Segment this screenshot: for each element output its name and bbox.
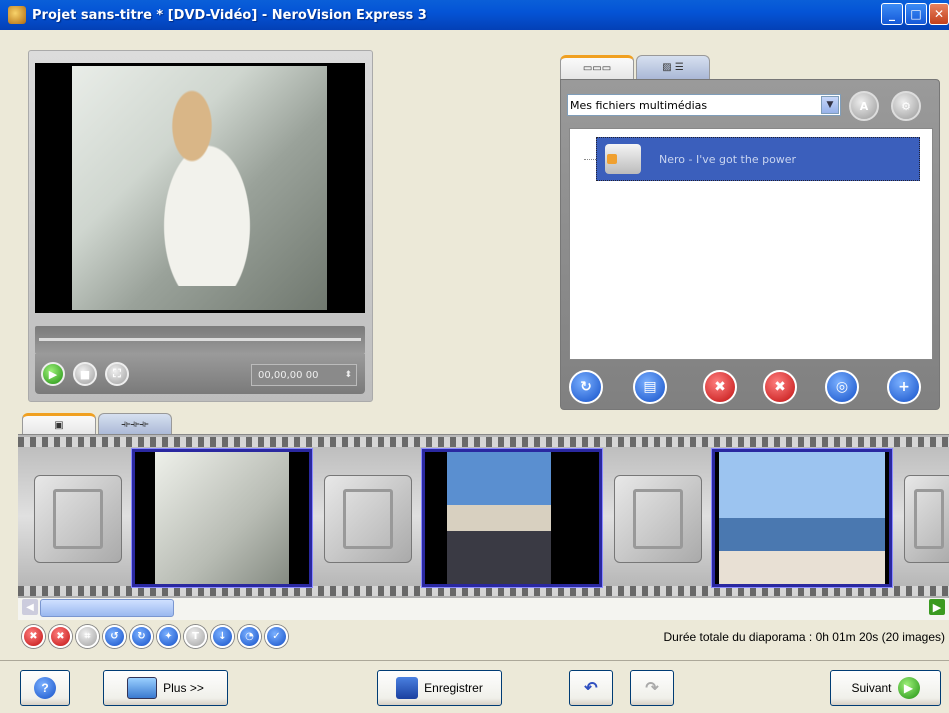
slide-thumbnail[interactable] xyxy=(711,448,893,588)
more-label: Plus >> xyxy=(163,681,204,695)
media-browser-panel: ▭▭▭ ▨ ☰ Mes fichiers multimédias ▼ A ⚙ N… xyxy=(560,55,940,410)
scroll-left-icon[interactable]: ◀ xyxy=(22,599,38,615)
scroll-right-icon[interactable]: ▶ xyxy=(929,599,945,615)
list-item[interactable]: Nero - I've got the power xyxy=(596,137,920,181)
stop-icon[interactable]: ■ xyxy=(73,362,97,386)
move-down-icon[interactable]: ↓ xyxy=(211,625,234,648)
transition-slot[interactable] xyxy=(904,475,949,563)
help-icon: ? xyxy=(34,677,56,699)
slideshow-duration: Durée totale du diaporama : 0h 01m 20s (… xyxy=(663,630,946,644)
app-icon xyxy=(8,6,26,24)
close-button[interactable]: ✕ xyxy=(929,3,949,25)
capture-icon[interactable]: ◎ xyxy=(825,370,859,404)
video-preview-panel: ▶ ■ ⛶ 00,00,00 00 ⬍ xyxy=(28,50,373,402)
delete-icon[interactable]: ✖ xyxy=(703,370,737,404)
browse-icon[interactable]: ↻ xyxy=(569,370,603,404)
add-icon[interactable]: + xyxy=(887,370,921,404)
undo-icon: ↶ xyxy=(584,680,598,697)
delete-slide-icon[interactable]: ✖ xyxy=(49,625,72,648)
effects-icon[interactable]: ✦ xyxy=(157,625,180,648)
transition-slot[interactable] xyxy=(34,475,122,563)
tab-media-thumbnails[interactable]: ▭▭▭ xyxy=(560,55,634,79)
fullscreen-icon[interactable]: ⛶ xyxy=(105,362,129,386)
media-source-select[interactable]: Mes fichiers multimédias ▼ xyxy=(567,94,841,116)
tab-timeline[interactable]: ⟛⟛⟛ xyxy=(98,413,172,435)
rotate-right-icon[interactable]: ↻ xyxy=(130,625,153,648)
floppy-disk-icon xyxy=(396,677,419,699)
apply-icon[interactable]: ✓ xyxy=(265,625,288,648)
maximize-button[interactable]: □ xyxy=(905,3,927,25)
scroll-thumb[interactable] xyxy=(40,599,174,617)
playback-controls: ▶ ■ ⛶ 00,00,00 00 ⬍ xyxy=(35,354,365,394)
timer-icon[interactable]: ◔ xyxy=(238,625,261,648)
save-button[interactable]: Enregistrer xyxy=(377,670,502,706)
filmstrip-scrollbar[interactable]: ◀ ▶ xyxy=(18,598,949,620)
more-button[interactable]: Plus >> xyxy=(103,670,228,706)
tab-slides[interactable]: ▣ xyxy=(22,413,96,435)
redo-button[interactable]: ↷ xyxy=(630,670,674,706)
transition-slot[interactable] xyxy=(324,475,412,563)
next-label: Suivant xyxy=(851,681,892,695)
import-icon[interactable]: ▤ xyxy=(633,370,667,404)
crop-icon[interactable]: ⌗ xyxy=(76,625,99,648)
slide-thumbnail[interactable] xyxy=(421,448,603,588)
remove-icon[interactable]: ✖ xyxy=(763,370,797,404)
media-source-value: Mes fichiers multimédias xyxy=(570,98,708,112)
redo-icon: ↷ xyxy=(645,680,659,697)
timecode-value: 00,00,00 00 xyxy=(258,369,319,381)
timecode-field[interactable]: 00,00,00 00 ⬍ xyxy=(251,364,357,386)
slide-toolbar: ✖ ✖ ⌗ ↺ ↻ ✦ T ↓ ◔ ✓ xyxy=(22,625,288,648)
preview-screen xyxy=(35,63,365,313)
preview-image xyxy=(72,66,327,310)
spin-arrows-icon[interactable]: ⬍ xyxy=(344,370,352,380)
text-icon[interactable]: T xyxy=(184,625,207,648)
properties-icon[interactable]: ⚙ xyxy=(891,91,921,121)
divider xyxy=(0,660,949,661)
slide-thumbnail[interactable] xyxy=(131,448,313,588)
next-button[interactable]: Suivant ▶ xyxy=(830,670,941,706)
save-label: Enregistrer xyxy=(424,681,483,695)
audio-file-icon xyxy=(605,144,641,174)
tab-media-details[interactable]: ▨ ☰ xyxy=(636,55,710,79)
help-button[interactable]: ? xyxy=(20,670,70,706)
transition-slot[interactable] xyxy=(614,475,702,563)
media-list[interactable]: Nero - I've got the power xyxy=(569,128,933,360)
title-bar: Projet sans-titre * [DVD-Vidéo] - NeroVi… xyxy=(0,0,949,30)
slideshow-filmstrip[interactable] xyxy=(18,434,949,598)
minimize-button[interactable]: _ xyxy=(881,3,903,25)
delete-all-icon[interactable]: ✖ xyxy=(22,625,45,648)
window-title: Projet sans-titre * [DVD-Vidéo] - NeroVi… xyxy=(32,7,427,23)
play-icon[interactable]: ▶ xyxy=(41,362,65,386)
chevron-down-icon[interactable]: ▼ xyxy=(821,96,839,114)
undo-button[interactable]: ↶ xyxy=(569,670,613,706)
rotate-left-icon[interactable]: ↺ xyxy=(103,625,126,648)
more-options-icon xyxy=(127,677,158,699)
seek-bar[interactable] xyxy=(35,326,365,354)
media-item-label: Nero - I've got the power xyxy=(659,152,797,166)
auto-icon[interactable]: A xyxy=(849,91,879,121)
arrow-right-icon: ▶ xyxy=(897,677,920,699)
